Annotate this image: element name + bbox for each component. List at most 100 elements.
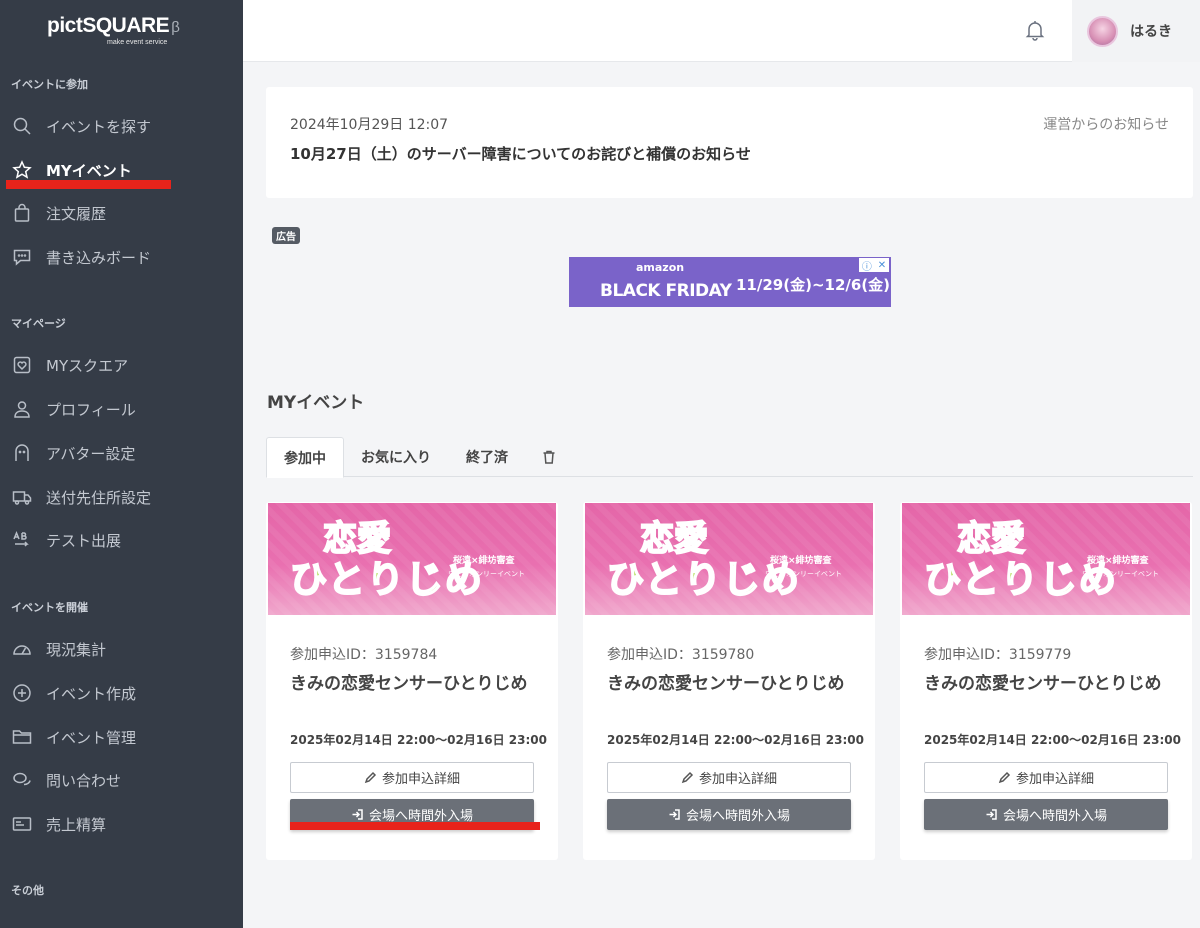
page-title: MYイベント xyxy=(267,393,365,413)
enter-venue-button[interactable]: 会場へ時間外入場 xyxy=(607,799,851,830)
tab-participating[interactable]: 参加中 xyxy=(266,437,344,478)
button-label: 会場へ時間外入場 xyxy=(685,809,790,824)
button-label: 参加申込詳細 xyxy=(1015,772,1094,787)
card-icon xyxy=(11,813,33,835)
event-name[interactable]: きみの恋愛センサーひとりじめ xyxy=(290,673,540,695)
sidebar-item-find-event[interactable]: イベントを探す xyxy=(0,106,243,146)
gauge-icon xyxy=(11,638,33,660)
ab-icon xyxy=(11,529,33,551)
ad-close-icon[interactable]: ⓘ ✕ xyxy=(859,258,889,273)
notice-source: 運営からのお知らせ xyxy=(1043,117,1169,133)
notice-date: 2024年10月29日 12:07 xyxy=(290,117,449,133)
application-id: 参加申込ID：3159780 xyxy=(607,647,755,663)
trash-icon[interactable] xyxy=(532,437,566,477)
ad-info-icon: ⓘ xyxy=(861,261,872,273)
sidebar-item-label: アバター設定 xyxy=(46,444,136,463)
enter-venue-button[interactable]: 会場へ時間外入場 xyxy=(924,799,1168,830)
banner-tag: 桜遠×緋坊審査 xyxy=(1087,556,1149,566)
application-id: 参加申込ID：3159784 xyxy=(290,647,438,663)
ad-headline: BLACK FRIDAY xyxy=(600,281,732,301)
notice-card[interactable]: 2024年10月29日 12:07 運営からのお知らせ 10月27日（土）のサー… xyxy=(266,87,1193,198)
plus-circle-icon xyxy=(11,682,33,704)
sidebar-item-label: MYスクエア xyxy=(46,356,129,375)
pen-icon xyxy=(998,771,1011,784)
banner-tag: 桜遠×緋坊審査 xyxy=(770,556,832,566)
sidebar-item-manage-event[interactable]: イベント管理 xyxy=(0,717,243,757)
user-icon xyxy=(11,398,33,420)
bell-icon[interactable] xyxy=(1023,18,1047,42)
highlight-underline xyxy=(6,180,171,189)
sidebar-item-sales[interactable]: 売上精算 xyxy=(0,804,243,844)
app-logo[interactable]: pictSQUARE β make event service xyxy=(47,14,180,46)
section-title-other: その他 xyxy=(11,884,44,897)
event-card: 恋愛 ひとりじめ 桜遠×緋坊審査 ウェブオンリーイベント 参加申込ID：3159… xyxy=(583,502,875,860)
close-icon: ✕ xyxy=(877,259,887,271)
application-detail-button[interactable]: 参加申込詳細 xyxy=(290,762,534,793)
event-name[interactable]: きみの恋愛センサーひとりじめ xyxy=(924,673,1174,695)
sidebar: pictSQUARE β make event service イベントに参加 イ… xyxy=(0,0,243,928)
sidebar-item-status[interactable]: 現況集計 xyxy=(0,629,243,669)
event-name[interactable]: きみの恋愛センサーひとりじめ xyxy=(607,673,857,695)
sidebar-item-my-square[interactable]: MYスクエア xyxy=(0,345,243,385)
event-banner-image[interactable]: 恋愛 ひとりじめ 桜遠×緋坊審査 ウェブオンリーイベント xyxy=(902,503,1190,615)
banner-tag2: ウェブオンリーイベント xyxy=(1082,570,1159,578)
banner-tag: 桜遠×緋坊審査 xyxy=(453,556,515,566)
event-date: 2025年02月14日 22:00〜02月16日 23:00 xyxy=(290,733,547,747)
sidebar-item-create-event[interactable]: イベント作成 xyxy=(0,673,243,713)
beta-mark: β xyxy=(171,19,180,36)
star-icon xyxy=(11,159,33,181)
username: はるき xyxy=(1130,24,1172,40)
sidebar-item-board[interactable]: 書き込みボード xyxy=(0,237,243,277)
folder-icon xyxy=(11,726,33,748)
banner-tag2: ウェブオンリーイベント xyxy=(448,570,525,578)
search-icon xyxy=(11,115,33,137)
sidebar-item-address[interactable]: 送付先住所設定 xyxy=(0,477,243,517)
sidebar-item-label: イベントを探す xyxy=(46,117,152,136)
event-banner-image[interactable]: 恋愛 ひとりじめ 桜遠×緋坊審査 ウェブオンリーイベント xyxy=(585,503,873,615)
banner-tag2: ウェブオンリーイベント xyxy=(765,570,842,578)
sidebar-item-profile[interactable]: プロフィール xyxy=(0,389,243,429)
button-label: 参加申込詳細 xyxy=(698,772,777,787)
sidebar-item-order-history[interactable]: 注文履歴 xyxy=(0,193,243,233)
application-id: 参加申込ID：3159779 xyxy=(924,647,1072,663)
brand-tagline: make event service xyxy=(107,39,168,46)
sign-in-icon xyxy=(668,808,681,821)
pen-icon xyxy=(681,771,694,784)
avatar-icon xyxy=(11,442,33,464)
event-tabs: 参加中 お気に入り 終了済 xyxy=(266,437,1193,478)
ad-banner[interactable]: amazon BLACK FRIDAY 11/29(金)~12/6(金) ⓘ ✕ xyxy=(569,257,891,307)
event-date: 2025年02月14日 22:00〜02月16日 23:00 xyxy=(607,733,864,747)
brand-name: pictSQUARE xyxy=(47,14,170,37)
tab-ended[interactable]: 終了済 xyxy=(452,437,522,477)
user-menu[interactable]: はるき xyxy=(1072,0,1200,62)
sidebar-item-label: 書き込みボード xyxy=(46,248,152,267)
chats-icon xyxy=(11,769,33,791)
sign-in-icon xyxy=(985,808,998,821)
sidebar-item-avatar[interactable]: アバター設定 xyxy=(0,433,243,473)
highlight-underline xyxy=(290,822,540,830)
sidebar-item-inquiry[interactable]: 問い合わせ xyxy=(0,760,243,800)
section-title-mypage: マイページ xyxy=(11,317,66,330)
ad-badge: 広告 xyxy=(272,227,300,244)
application-detail-button[interactable]: 参加申込詳細 xyxy=(607,762,851,793)
event-date: 2025年02月14日 22:00〜02月16日 23:00 xyxy=(924,733,1181,747)
sidebar-item-label: 売上精算 xyxy=(46,815,107,834)
button-label: 参加申込詳細 xyxy=(381,772,460,787)
event-banner-image[interactable]: 恋愛 ひとりじめ 桜遠×緋坊審査 ウェブオンリーイベント xyxy=(268,503,556,615)
truck-icon xyxy=(11,486,33,508)
sidebar-item-label: 現況集計 xyxy=(46,640,107,659)
event-card: 恋愛 ひとりじめ 桜遠×緋坊審査 ウェブオンリーイベント 参加申込ID：3159… xyxy=(900,502,1192,860)
avatar xyxy=(1087,15,1118,47)
ad-amazon-text: amazon xyxy=(636,261,685,274)
event-card: 恋愛 ひとりじめ 桜遠×緋坊審査 ウェブオンリーイベント 参加申込ID：3159… xyxy=(266,502,558,860)
tab-favorites[interactable]: お気に入り xyxy=(348,437,444,477)
sidebar-item-label: 注文履歴 xyxy=(46,204,107,223)
sidebar-item-label: プロフィール xyxy=(46,400,136,419)
heart-frame-icon xyxy=(11,354,33,376)
sidebar-item-label: MYイベント xyxy=(46,161,132,180)
sidebar-item-test-exhibit[interactable]: テスト出展 xyxy=(0,520,243,560)
section-title-join: イベントに参加 xyxy=(11,78,88,91)
bag-icon xyxy=(11,202,33,224)
notice-title[interactable]: 10月27日（土）のサーバー障害についてのお詫びと補償のお知らせ xyxy=(290,143,751,164)
application-detail-button[interactable]: 参加申込詳細 xyxy=(924,762,1168,793)
